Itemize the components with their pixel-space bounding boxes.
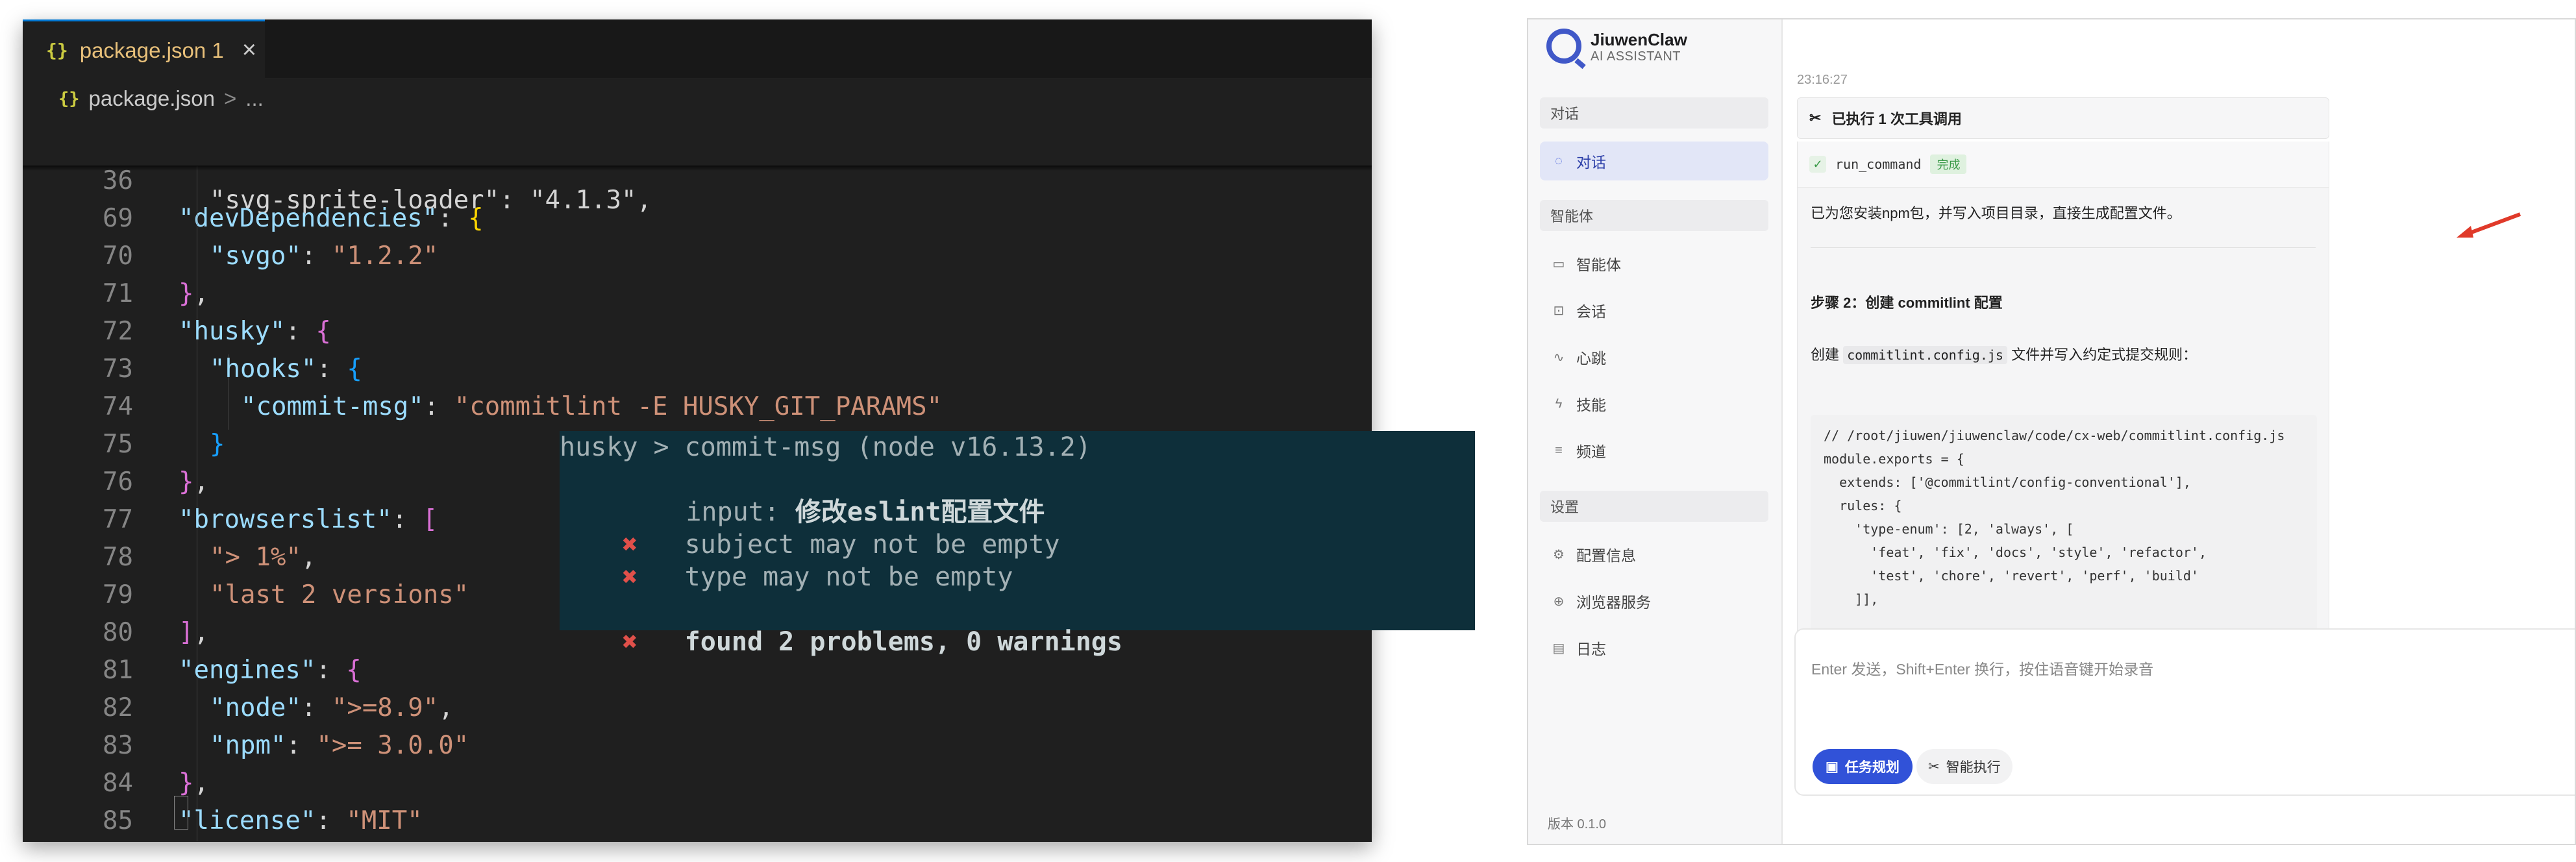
tool-command: run_command bbox=[1835, 156, 1922, 172]
sidebar-item-session[interactable]: ⊡ 会话 bbox=[1540, 291, 1768, 330]
section-header-settings: 设置 bbox=[1540, 491, 1768, 522]
tool-call-item: ✓ run_command 完成 bbox=[1797, 142, 2329, 187]
code-line: 73 "commit-msg": "commitlint -E HUSKY_GI… bbox=[103, 354, 943, 421]
sidebar-item-config[interactable]: ⚙ 配置信息 bbox=[1540, 535, 1768, 574]
chat-panel: 23:16:27 ✂ 已执行 1 次工具调用 ✓ run_command 完成 … bbox=[1783, 19, 2575, 844]
section-header-agents: 智能体 bbox=[1540, 200, 1768, 231]
editor-tab-bar: {} package.json 1 × bbox=[23, 19, 1372, 79]
version-label: 版本 0.1.0 bbox=[1548, 817, 1607, 831]
status-badge: 完成 bbox=[1930, 154, 1967, 174]
json-file-icon: {} bbox=[58, 88, 80, 109]
chat-input-placeholder[interactable]: Enter 发送，Shift+Enter 换行，按住语音键开始录音 bbox=[1811, 657, 2153, 679]
assistant-message: 已为您安装npm包，并写入项目目录，直接生成配置文件。 步骤 2：创建 comm… bbox=[1797, 187, 2329, 641]
globe-icon: ⊕ bbox=[1553, 594, 1565, 609]
task-planning-button[interactable]: ▣ 任务规划 bbox=[1813, 749, 1913, 784]
terminal-error-line: ✖ subject may not be empty bbox=[622, 530, 1060, 560]
app-title: JiuwenClaw bbox=[1591, 30, 1687, 49]
terminal-header: husky > commit-msg (node v16.13.2) bbox=[560, 432, 1091, 462]
annotation-arrow-icon bbox=[2457, 212, 2521, 238]
reply-text: 已为您安装npm包，并写入项目目录，直接生成配置文件。 bbox=[1811, 205, 2181, 221]
message-timestamp: 23:16:27 bbox=[1797, 73, 1848, 87]
breadcrumb: {} package.json > ... bbox=[23, 79, 1372, 118]
section-header-chat: 对话 bbox=[1540, 97, 1768, 129]
chevron-right-icon: > bbox=[224, 86, 237, 110]
breadcrumb-file[interactable]: package.json bbox=[89, 86, 215, 111]
chat-input-area[interactable]: Enter 发送，Shift+Enter 换行，按住语音键开始录音 ▣ 任务规划… bbox=[1794, 628, 2575, 796]
app-subtitle: AI ASSISTANT bbox=[1591, 49, 1681, 64]
tools-icon: ✂ bbox=[1809, 110, 1822, 126]
tool-call-summary[interactable]: ✂ 已执行 1 次工具调用 bbox=[1797, 97, 2329, 139]
session-icon: ⊡ bbox=[1553, 303, 1565, 318]
tab-label: package.json 1 bbox=[79, 38, 224, 62]
json-file-icon: {} bbox=[46, 40, 68, 61]
chat-bubble-icon: ◌ bbox=[1555, 153, 1563, 168]
code-line: 70 }, bbox=[103, 241, 209, 308]
step-description: 创建 commitlint.config.js 文件并写入约定式提交规则： bbox=[1811, 346, 2198, 364]
breadcrumb-more[interactable]: ... bbox=[245, 86, 264, 111]
terminal-input-line: input: 修改eslint配置文件 bbox=[686, 497, 1045, 527]
code-line: 84 "license": "MIT" bbox=[103, 769, 423, 835]
sidebar-item-logs[interactable]: ▤ 日志 bbox=[1540, 628, 1768, 667]
code-line: 85 } bbox=[103, 806, 133, 835]
code-line: 72 "hooks": { bbox=[103, 317, 362, 384]
code-line: 74 } bbox=[103, 392, 225, 459]
sidebar: JiuwenClaw AI ASSISTANT 对话 ◌ 对话 智能体 ▭ 智能… bbox=[1528, 19, 1783, 844]
code-line: 75 }, bbox=[103, 430, 209, 497]
sidebar-item-skills[interactable]: ϟ 技能 bbox=[1540, 384, 1768, 423]
sidebar-item-browser[interactable]: ⊕ 浏览器服务 bbox=[1540, 582, 1768, 621]
sidebar-item-heartbeat[interactable]: ∿ 心跳 bbox=[1540, 338, 1768, 376]
sticky-scroll-shadow bbox=[23, 166, 1372, 171]
tab-package-json[interactable]: {} package.json 1 × bbox=[23, 19, 265, 79]
code-line: 71 "husky": { bbox=[103, 279, 331, 346]
list-icon: ≡ bbox=[1555, 443, 1563, 458]
terminal-summary-line: ✖ found 2 problems, 0 warnings bbox=[622, 627, 1122, 657]
gear-icon: ⚙ bbox=[1553, 547, 1565, 562]
error-x-icon: ✖ bbox=[622, 562, 638, 592]
check-icon: ✓ bbox=[1809, 156, 1826, 173]
sidebar-item-chat[interactable]: ◌ 对话 bbox=[1540, 142, 1768, 180]
divider bbox=[1811, 247, 2316, 248]
step-title: 步骤 2：创建 commitlint 配置 bbox=[1811, 295, 2003, 311]
jiuwenclaw-window: JiuwenClaw AI ASSISTANT 对话 ◌ 对话 智能体 ▭ 智能… bbox=[1527, 18, 2576, 845]
terminal-output: husky > commit-msg (node v16.13.2) input… bbox=[560, 431, 1475, 657]
terminal-error-line: ✖ type may not be empty bbox=[622, 562, 1013, 592]
sidebar-item-channels[interactable]: ≡ 频道 bbox=[1540, 431, 1768, 470]
tools-icon: ✂ bbox=[1928, 759, 1940, 774]
sidebar-item-agent[interactable]: ▭ 智能体 bbox=[1540, 244, 1768, 283]
heartbeat-icon: ∿ bbox=[1553, 350, 1565, 365]
clipboard-icon: ▣ bbox=[1826, 759, 1839, 774]
error-x-icon: ✖ bbox=[622, 627, 638, 657]
code-line: 83 }, bbox=[103, 731, 209, 798]
close-icon[interactable]: × bbox=[242, 36, 256, 64]
app-logo-icon bbox=[1546, 29, 1581, 64]
lightning-icon: ϟ bbox=[1555, 396, 1563, 411]
sticky-scroll-line[interactable]: 36 "devDependencies": { bbox=[23, 125, 1372, 233]
monitor-icon: ▭ bbox=[1552, 256, 1565, 271]
log-icon: ▤ bbox=[1552, 641, 1565, 656]
smart-execute-button[interactable]: ✂ 智能执行 bbox=[1916, 749, 2012, 784]
bracket-match-highlight bbox=[174, 796, 188, 830]
code-block: // /root/jiuwen/jiuwenclaw/code/cx-web/c… bbox=[1811, 415, 2317, 641]
